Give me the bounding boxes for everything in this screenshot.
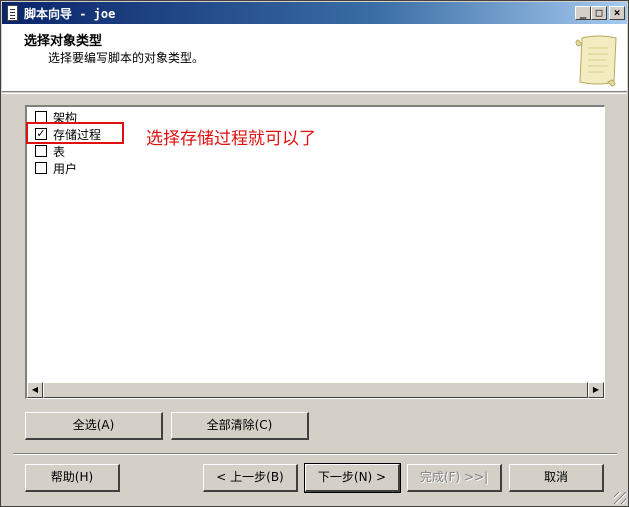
annotation-text: 选择存储过程就可以了 (146, 129, 316, 149)
scroll-thumb[interactable] (43, 382, 588, 398)
help-button[interactable]: 帮助(H) (25, 464, 120, 492)
scroll-left-icon[interactable]: ◀ (27, 382, 43, 398)
list-item-label: 表 (53, 145, 66, 159)
wizard-header: 选择对象类型 选择要编写脚本的对象类型。 (2, 24, 627, 92)
clear-all-button[interactable]: 全部清除(C) (171, 412, 309, 440)
horizontal-scrollbar[interactable]: ◀ ▶ (27, 382, 604, 398)
next-button[interactable]: 下一步(N) > (304, 463, 401, 493)
window-title: 脚本向导 - joe (24, 7, 116, 21)
object-type-list[interactable]: 架构 ✓ 存储过程 表 用户 ◀ ▶ (25, 105, 605, 399)
select-all-button[interactable]: 全选(A) (25, 412, 163, 440)
finish-button[interactable]: 完成(F) >>| (407, 464, 502, 492)
scroll-right-icon[interactable]: ▶ (588, 382, 604, 398)
maximize-button[interactable]: □ (591, 6, 607, 20)
cancel-button[interactable]: 取消 (509, 464, 604, 492)
document-icon (7, 5, 18, 21)
script-wizard-window: 脚本向导 - joe _ □ × 选择对象类型 选择要编写脚本的对象类型。 架构… (0, 0, 629, 507)
annotation-highlight-box (26, 122, 124, 144)
checkbox-table[interactable] (35, 145, 47, 157)
back-button[interactable]: < 上一步(B) (203, 464, 298, 492)
page-title: 选择对象类型 (24, 34, 103, 49)
header-divider (2, 93, 627, 94)
title-bar[interactable]: 脚本向导 - joe _ □ × (2, 2, 627, 24)
footer-divider (13, 453, 617, 455)
close-button[interactable]: × (609, 6, 625, 20)
page-subtitle: 选择要编写脚本的对象类型。 (48, 51, 205, 65)
scroll-icon (575, 35, 617, 87)
checkbox-user[interactable] (35, 162, 47, 174)
list-item-label: 用户 (53, 162, 78, 176)
resize-grip[interactable] (614, 492, 626, 504)
minimize-button[interactable]: _ (575, 6, 591, 20)
